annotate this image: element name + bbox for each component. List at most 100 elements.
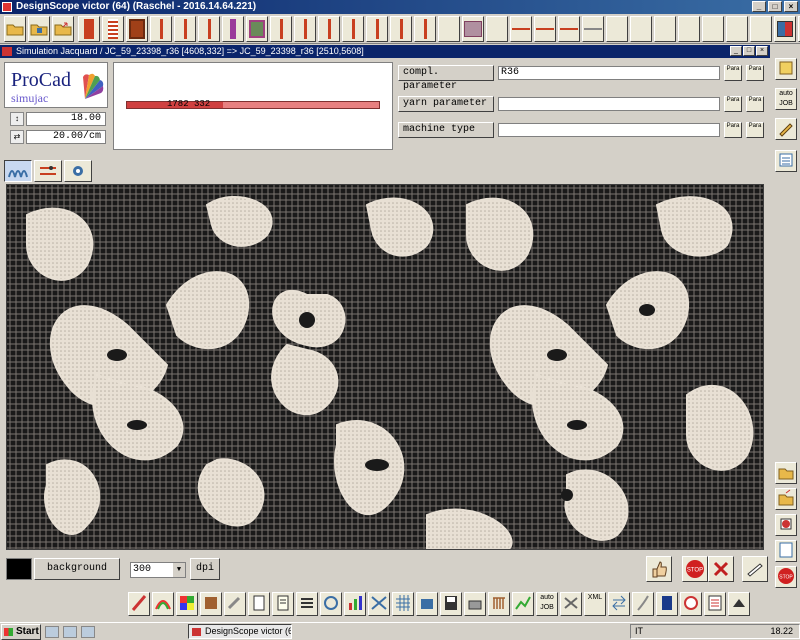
tool-blank2-button[interactable] <box>486 15 508 42</box>
paint-tool-button[interactable] <box>128 592 150 616</box>
compl-parameter-input[interactable]: R36 <box>498 66 720 80</box>
machine-type-para-button[interactable]: Para <box>724 122 742 138</box>
machine-type-input[interactable] <box>498 123 720 137</box>
tool-purple-button[interactable] <box>222 15 244 42</box>
layout-button[interactable] <box>775 540 797 562</box>
tool-blank3-button[interactable] <box>606 15 628 42</box>
background-color-swatch[interactable] <box>6 558 32 580</box>
save-folder-button[interactable] <box>28 15 50 42</box>
delete-button[interactable] <box>775 514 797 536</box>
cancel-button[interactable] <box>708 556 734 582</box>
clock-button[interactable] <box>680 592 702 616</box>
tool-grid-button[interactable] <box>246 15 268 42</box>
tool-column6-button[interactable] <box>318 15 340 42</box>
lace-view-button[interactable] <box>4 160 32 182</box>
tool-blank4-button[interactable] <box>630 15 652 42</box>
dpi-select[interactable]: 300 ▼ <box>130 562 186 578</box>
sub-minimize-button[interactable]: _ <box>730 46 742 56</box>
tool-column4-button[interactable] <box>270 15 292 42</box>
document-button[interactable] <box>248 592 270 616</box>
rainbow-tool-button[interactable] <box>152 592 174 616</box>
book-button[interactable] <box>656 592 678 616</box>
open-folder-button[interactable] <box>4 15 26 42</box>
compl-parameter-para-button[interactable]: Para <box>724 65 742 81</box>
comb-button[interactable] <box>488 592 510 616</box>
taskbar-designscope-button[interactable]: DesignScope victor (6... <box>188 624 292 639</box>
tool-blank9-button[interactable] <box>750 15 772 42</box>
sub-close-button[interactable]: × <box>756 46 768 56</box>
refresh-button[interactable] <box>320 592 342 616</box>
palette-button[interactable] <box>200 592 222 616</box>
tray-button[interactable] <box>464 592 486 616</box>
tool-column7-button[interactable] <box>342 15 364 42</box>
sub-maximize-button[interactable]: □ <box>743 46 755 56</box>
page-button[interactable] <box>272 592 294 616</box>
xml-button[interactable]: XML <box>584 592 606 616</box>
yarn-parameter-para-button[interactable]: Para <box>724 96 742 112</box>
close-button[interactable]: × <box>784 1 798 12</box>
tool-hline4-button[interactable] <box>582 15 604 42</box>
color-grid-button[interactable] <box>176 592 198 616</box>
quicklaunch-folder-icon[interactable] <box>63 625 77 638</box>
export-folder-button[interactable] <box>52 15 74 42</box>
tool-column5-button[interactable] <box>294 15 316 42</box>
start-button[interactable]: Start <box>1 623 41 640</box>
auto-job-bottom-button[interactable]: auto JOB <box>536 592 558 616</box>
machine-type-save-button[interactable]: Para <box>746 122 764 138</box>
tool-hline-button[interactable] <box>510 15 532 42</box>
tool-lace-button[interactable] <box>462 15 484 42</box>
chart2-button[interactable] <box>512 592 534 616</box>
compl-parameter-save-button[interactable]: Para <box>746 65 764 81</box>
maximize-button[interactable]: □ <box>768 1 782 12</box>
import-button[interactable] <box>775 462 797 484</box>
knit-button[interactable] <box>368 592 390 616</box>
tool-red-bar-button[interactable] <box>78 15 100 42</box>
yarn-parameter-save-button[interactable]: Para <box>746 96 764 112</box>
quicklaunch-ie-icon[interactable] <box>45 625 59 638</box>
notes-button[interactable] <box>775 58 797 80</box>
stop-button[interactable]: STOP <box>682 556 708 582</box>
tool-pattern-button[interactable] <box>126 15 148 42</box>
quicklaunch-app-icon[interactable] <box>81 625 95 638</box>
stop-side-button[interactable]: STOP <box>775 566 797 588</box>
grid-button[interactable] <box>392 592 414 616</box>
brush-button[interactable] <box>224 592 246 616</box>
tool-column9-button[interactable] <box>390 15 412 42</box>
param-value-2[interactable]: 20.00/cm <box>26 130 106 144</box>
thumbs-up-button[interactable] <box>646 556 672 582</box>
export-button[interactable] <box>775 488 797 510</box>
tool-column8-button[interactable] <box>366 15 388 42</box>
language-indicator[interactable]: IT <box>635 625 643 638</box>
lace-simulation-canvas[interactable] <box>6 184 764 550</box>
background-button[interactable]: background <box>34 558 120 580</box>
tool-stripe-button[interactable] <box>102 15 124 42</box>
tool-blank5-button[interactable] <box>654 15 676 42</box>
auto-job-button[interactable]: auto JOB <box>775 88 797 110</box>
tool-column-button[interactable] <box>150 15 172 42</box>
feather-button[interactable] <box>632 592 654 616</box>
disk-button[interactable] <box>440 592 462 616</box>
tool-blank8-button[interactable] <box>726 15 748 42</box>
minimize-button[interactable]: _ <box>752 1 766 12</box>
settings-button[interactable] <box>64 160 92 182</box>
tool-hline2-button[interactable] <box>534 15 556 42</box>
chart-button[interactable] <box>344 592 366 616</box>
param-value-1[interactable]: 18.00 <box>26 112 106 126</box>
tool-blank-button[interactable] <box>438 15 460 42</box>
tool-column2-button[interactable] <box>174 15 196 42</box>
up-button[interactable] <box>728 592 750 616</box>
tool-blank6-button[interactable] <box>678 15 700 42</box>
tool-blank7-button[interactable] <box>702 15 724 42</box>
edit-button[interactable] <box>775 118 797 140</box>
list2-button[interactable] <box>704 592 726 616</box>
tool-x-button[interactable] <box>560 592 582 616</box>
adjust-button[interactable] <box>34 160 62 182</box>
list-button[interactable] <box>775 150 797 172</box>
tool-column3-button[interactable] <box>198 15 220 42</box>
yarn-parameter-input[interactable] <box>498 97 720 111</box>
print-button[interactable] <box>742 556 768 582</box>
xchg-button[interactable] <box>608 592 630 616</box>
machine-button[interactable] <box>416 592 438 616</box>
tool-column10-button[interactable] <box>414 15 436 42</box>
tool-colorbox-button[interactable] <box>774 15 796 42</box>
